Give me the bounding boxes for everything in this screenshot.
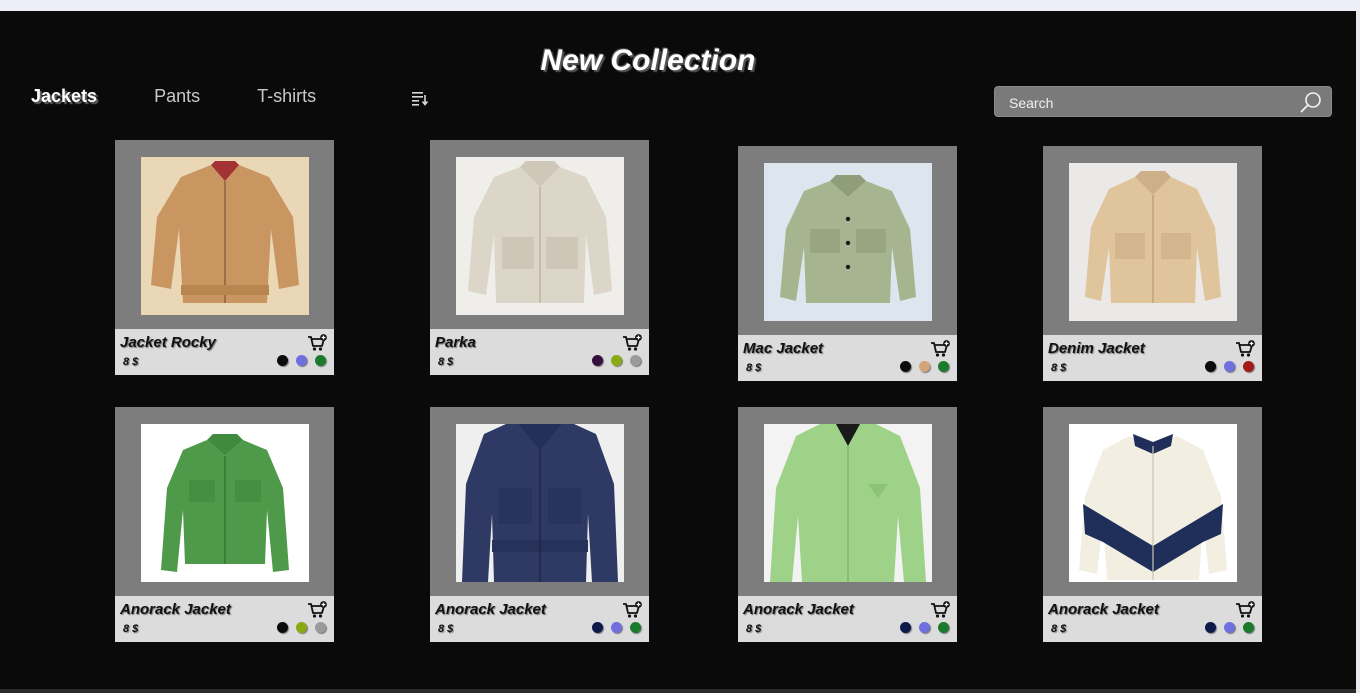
color-swatch[interactable] (296, 355, 307, 366)
search-bar (994, 86, 1332, 117)
product-image (141, 157, 309, 315)
color-swatches (584, 622, 641, 633)
product-name: Jacket Rocky (120, 334, 216, 351)
color-swatch[interactable] (630, 622, 641, 633)
color-swatch[interactable] (315, 622, 326, 633)
color-swatch[interactable] (277, 622, 288, 633)
product-price: 8 $ (438, 623, 454, 635)
product-info: Anorack Jacket 8 $ (430, 596, 649, 642)
color-swatch[interactable] (938, 622, 949, 633)
product-name: Anorack Jacket (120, 601, 231, 618)
product-image (1069, 424, 1237, 582)
color-swatch[interactable] (1243, 361, 1254, 372)
browser-top-bar (0, 0, 1360, 11)
product-name: Anorack Jacket (1048, 601, 1159, 618)
tab-t-shirts[interactable]: T-shirts (257, 86, 316, 107)
product-info: Parka 8 $ (430, 329, 649, 375)
product-name: Anorack Jacket (743, 601, 854, 618)
product-card[interactable]: Parka 8 $ (430, 140, 649, 375)
product-card[interactable]: Mac Jacket 8 $ (738, 146, 957, 381)
product-name: Mac Jacket (743, 340, 824, 357)
product-image (141, 424, 309, 582)
color-swatches (892, 622, 949, 633)
product-name: Anorack Jacket (435, 601, 546, 618)
product-price: 8 $ (123, 356, 139, 368)
color-swatch[interactable] (611, 622, 622, 633)
color-swatch[interactable] (592, 355, 603, 366)
add-to-cart-icon[interactable] (307, 601, 327, 619)
product-price: 8 $ (438, 356, 454, 368)
search-input[interactable] (1009, 93, 1289, 113)
color-swatch[interactable] (1224, 361, 1235, 372)
color-swatch[interactable] (592, 622, 603, 633)
color-swatch[interactable] (315, 355, 326, 366)
add-to-cart-icon[interactable] (1235, 601, 1255, 619)
category-nav: Jackets Pants T-shirts (31, 86, 429, 107)
color-swatches (269, 622, 326, 633)
color-swatch[interactable] (1205, 361, 1216, 372)
color-swatch[interactable] (900, 361, 911, 372)
product-image (456, 157, 624, 315)
product-info: Jacket Rocky 8 $ (115, 329, 334, 375)
color-swatch[interactable] (938, 361, 949, 372)
product-card[interactable]: Anorack Jacket 8 $ (115, 407, 334, 642)
product-card[interactable]: Denim Jacket 8 $ (1043, 146, 1262, 381)
add-to-cart-icon[interactable] (622, 601, 642, 619)
color-swatches (892, 361, 949, 372)
add-to-cart-icon[interactable] (1235, 340, 1255, 358)
color-swatches (1197, 361, 1254, 372)
tab-jackets[interactable]: Jackets (31, 86, 97, 107)
product-price: 8 $ (746, 623, 762, 635)
color-swatch[interactable] (919, 361, 930, 372)
product-info: Denim Jacket 8 $ (1043, 335, 1262, 381)
color-swatch[interactable] (919, 622, 930, 633)
color-swatch[interactable] (296, 622, 307, 633)
color-swatch[interactable] (630, 355, 641, 366)
scrollbar[interactable] (1356, 11, 1360, 693)
product-image (764, 424, 932, 582)
product-price: 8 $ (746, 362, 762, 374)
product-info: Anorack Jacket 8 $ (738, 596, 957, 642)
product-price: 8 $ (123, 623, 139, 635)
product-name: Parka (435, 334, 476, 351)
color-swatch[interactable] (900, 622, 911, 633)
product-card[interactable]: Anorack Jacket 8 $ (430, 407, 649, 642)
sort-icon[interactable] (411, 90, 429, 106)
product-image (1069, 163, 1237, 321)
color-swatch[interactable] (1243, 622, 1254, 633)
color-swatch[interactable] (277, 355, 288, 366)
add-to-cart-icon[interactable] (307, 334, 327, 352)
product-info: Anorack Jacket 8 $ (115, 596, 334, 642)
bottom-edge (0, 689, 1356, 693)
product-price: 8 $ (1051, 623, 1067, 635)
product-info: Mac Jacket 8 $ (738, 335, 957, 381)
product-name: Denim Jacket (1048, 340, 1145, 357)
product-card[interactable]: Anorack Jacket 8 $ (1043, 407, 1262, 642)
color-swatch[interactable] (611, 355, 622, 366)
product-price: 8 $ (1051, 362, 1067, 374)
product-card[interactable]: Jacket Rocky 8 $ (115, 140, 334, 375)
color-swatch[interactable] (1224, 622, 1235, 633)
color-swatches (269, 355, 326, 366)
add-to-cart-icon[interactable] (930, 340, 950, 358)
product-info: Anorack Jacket 8 $ (1043, 596, 1262, 642)
color-swatch[interactable] (1205, 622, 1216, 633)
search-icon[interactable] (1299, 90, 1323, 114)
add-to-cart-icon[interactable] (930, 601, 950, 619)
color-swatches (584, 355, 641, 366)
page-title: New Collection (540, 44, 756, 77)
color-swatches (1197, 622, 1254, 633)
product-image (456, 424, 624, 582)
product-image (764, 163, 932, 321)
tab-pants[interactable]: Pants (154, 86, 200, 107)
product-card[interactable]: Anorack Jacket 8 $ (738, 407, 957, 642)
add-to-cart-icon[interactable] (622, 334, 642, 352)
